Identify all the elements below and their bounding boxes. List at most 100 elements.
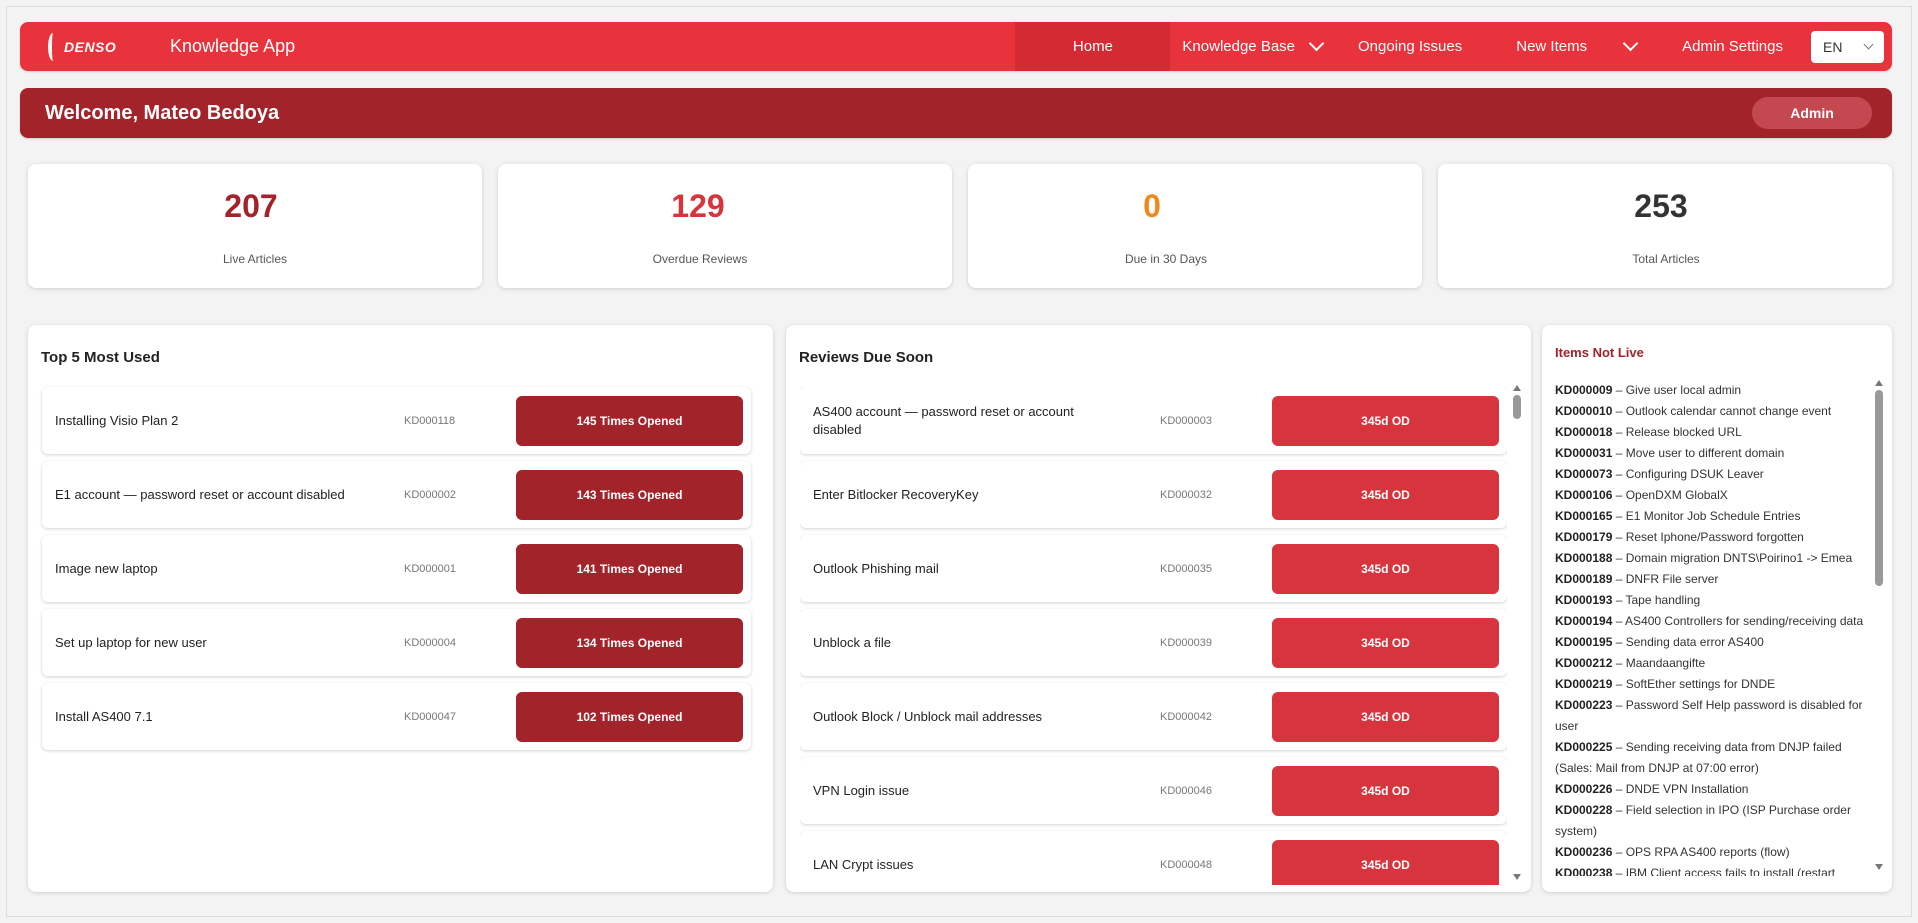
overdue-badge[interactable]: 345d OD — [1272, 765, 1499, 816]
language-value: EN — [1823, 38, 1843, 55]
stat-card-total-articles[interactable]: 253 Total Articles — [1438, 164, 1892, 288]
list-item[interactable]: KD000225 – Sending receiving data from D… — [1555, 737, 1868, 779]
article-id: KD000212 — [1555, 656, 1613, 670]
article-title: – Tape handling — [1612, 593, 1701, 607]
list-item[interactable]: KD000009 – Give user local admin — [1555, 380, 1868, 401]
list-item[interactable]: E1 account — password reset or account d… — [42, 461, 751, 528]
role-badge[interactable]: Admin — [1752, 97, 1872, 129]
article-title: – Release blocked URL — [1612, 425, 1742, 439]
list-item[interactable]: KD000194 – AS400 Controllers for sending… — [1555, 611, 1868, 632]
list-item[interactable]: KD000219 – SoftEther settings for DNDE — [1555, 674, 1868, 695]
language-select[interactable]: EN — [1811, 30, 1884, 63]
list-item[interactable]: KD000236 – OPS RPA AS400 reports (flow) — [1555, 842, 1868, 863]
stat-value: 129 — [671, 188, 725, 224]
article-id: KD000003 — [1160, 414, 1212, 427]
nav-ongoing-issues[interactable]: Ongoing Issues — [1334, 22, 1492, 71]
stat-card-overdue-reviews[interactable]: 129 Overdue Reviews — [498, 164, 952, 288]
nav-new-items-label: New Items — [1516, 38, 1588, 55]
list-item[interactable]: KD000031 – Move user to different domain — [1555, 443, 1868, 464]
overdue-badge[interactable]: 345d OD — [1272, 543, 1499, 594]
list-item[interactable]: Installing Visio Plan 2 KD000118 145 Tim… — [42, 387, 751, 454]
reviews-due-panel: Reviews Due Soon AS400 account — passwor… — [786, 325, 1531, 892]
article-id: KD000223 — [1555, 698, 1613, 712]
nav-knowledge-base[interactable]: Knowledge Base — [1170, 22, 1334, 71]
stat-value: 207 — [224, 188, 278, 224]
list-item[interactable]: Enter Bitlocker RecoveryKey KD000032 345… — [800, 461, 1507, 528]
list-item[interactable]: KD000226 – DNDE VPN Installation — [1555, 779, 1868, 800]
article-id: KD000106 — [1555, 488, 1613, 502]
nav-admin-settings[interactable]: Admin Settings — [1648, 22, 1787, 71]
scrollbar-thumb[interactable] — [1875, 390, 1883, 586]
overdue-badge[interactable]: 345d OD — [1272, 617, 1499, 668]
times-opened-badge[interactable]: 134 Times Opened — [516, 617, 743, 668]
chevron-down-icon[interactable] — [1308, 35, 1325, 52]
chevron-down-icon[interactable] — [1622, 35, 1639, 52]
items-not-live-list: KD000009 – Give user local admin KD000010… — [1555, 380, 1868, 876]
article-title: Enter Bitlocker RecoveryKey — [813, 486, 979, 502]
times-opened-badge[interactable]: 145 Times Opened — [516, 395, 743, 446]
article-id: KD000193 — [1555, 593, 1613, 607]
list-item[interactable]: KD000195 – Sending data error AS400 — [1555, 632, 1868, 653]
scroll-down-icon[interactable] — [1513, 874, 1521, 880]
list-item[interactable]: KD000165 – E1 Monitor Job Schedule Entri… — [1555, 506, 1868, 527]
scroll-down-icon[interactable] — [1875, 864, 1883, 870]
times-opened-badge[interactable]: 143 Times Opened — [516, 469, 743, 520]
article-id: KD000238 — [1555, 866, 1613, 876]
list-item[interactable]: KD000212 – Maandaangifte — [1555, 653, 1868, 674]
list-item[interactable]: KD000010 – Outlook calendar cannot chang… — [1555, 401, 1868, 422]
list-item[interactable]: Image new laptop KD000001 141 Times Open… — [42, 535, 751, 602]
list-item[interactable]: KD000223 – Password Self Help password i… — [1555, 695, 1868, 737]
scrollbar-thumb[interactable] — [1513, 395, 1521, 419]
article-title: – Sending data error AS400 — [1612, 635, 1764, 649]
list-item[interactable]: KD000018 – Release blocked URL — [1555, 422, 1868, 443]
items-not-live-scrollbar[interactable] — [1874, 380, 1884, 870]
list-item[interactable]: Set up laptop for new user KD000004 134 … — [42, 609, 751, 676]
article-id: KD000226 — [1555, 782, 1613, 796]
article-title: – IBM Client access fails to install (re… — [1612, 866, 1836, 876]
overdue-badge[interactable]: 345d OD — [1272, 469, 1499, 520]
stat-card-live-articles[interactable]: 207 Live Articles — [28, 164, 482, 288]
logo-swoosh-icon — [48, 32, 58, 61]
list-item[interactable]: KD000179 – Reset Iphone/Password forgott… — [1555, 527, 1868, 548]
list-item[interactable]: KD000193 – Tape handling — [1555, 590, 1868, 611]
article-id: KD000048 — [1160, 858, 1212, 871]
list-item[interactable]: Outlook Phishing mail KD000035 345d OD — [800, 535, 1507, 602]
article-title: – DNFR File server — [1612, 572, 1719, 586]
overdue-badge[interactable]: 345d OD — [1272, 839, 1499, 885]
times-opened-badge[interactable]: 102 Times Opened — [516, 691, 743, 742]
list-item[interactable]: VPN Login issue KD000046 345d OD — [800, 757, 1507, 824]
list-item[interactable]: KD000189 – DNFR File server — [1555, 569, 1868, 590]
article-id: KD000225 — [1555, 740, 1613, 754]
list-item[interactable]: KD000106 – OpenDXM GlobalX — [1555, 485, 1868, 506]
top-navigation-bar: DENSO Knowledge App Home Knowledge Base … — [20, 22, 1892, 71]
article-id: KD000035 — [1160, 562, 1212, 575]
list-item[interactable]: Install AS400 7.1 KD000047 102 Times Ope… — [42, 683, 751, 750]
denso-logo[interactable]: DENSO — [48, 32, 142, 61]
nav-knowledge-base-label: Knowledge Base — [1182, 38, 1296, 55]
scroll-up-icon[interactable] — [1513, 385, 1521, 391]
list-item[interactable]: Outlook Block / Unblock mail addresses K… — [800, 683, 1507, 750]
nav-home[interactable]: Home — [1015, 22, 1171, 71]
list-item[interactable]: KD000188 – Domain migration DNTS\Poirino… — [1555, 548, 1868, 569]
list-item[interactable]: KD000228 – Field selection in IPO (ISP P… — [1555, 800, 1868, 842]
logo-text: DENSO — [64, 38, 117, 55]
overdue-badge[interactable]: 345d OD — [1272, 395, 1499, 446]
list-item[interactable]: Unblock a file KD000039 345d OD — [800, 609, 1507, 676]
list-item[interactable]: KD000238 – IBM Client access fails to in… — [1555, 863, 1868, 876]
list-item[interactable]: AS400 account — password reset or accoun… — [800, 387, 1507, 454]
stat-label: Overdue Reviews — [652, 252, 748, 266]
article-id: KD000188 — [1555, 551, 1613, 565]
article-id: KD000228 — [1555, 803, 1613, 817]
article-id: KD000010 — [1555, 404, 1613, 418]
scroll-up-icon[interactable] — [1875, 380, 1883, 386]
article-id: KD000073 — [1555, 467, 1613, 481]
reviews-scrollbar[interactable] — [1512, 385, 1522, 880]
list-item[interactable]: LAN Crypt issues KD000048 345d OD — [800, 831, 1507, 885]
article-id: KD000042 — [1160, 710, 1212, 723]
stat-card-due-in-30-days[interactable]: 0 Due in 30 Days — [968, 164, 1422, 288]
list-item[interactable]: KD000073 – Configuring DSUK Leaver — [1555, 464, 1868, 485]
nav-new-items[interactable]: New Items — [1492, 22, 1648, 71]
article-id: KD000165 — [1555, 509, 1613, 523]
times-opened-badge[interactable]: 141 Times Opened — [516, 543, 743, 594]
overdue-badge[interactable]: 345d OD — [1272, 691, 1499, 742]
